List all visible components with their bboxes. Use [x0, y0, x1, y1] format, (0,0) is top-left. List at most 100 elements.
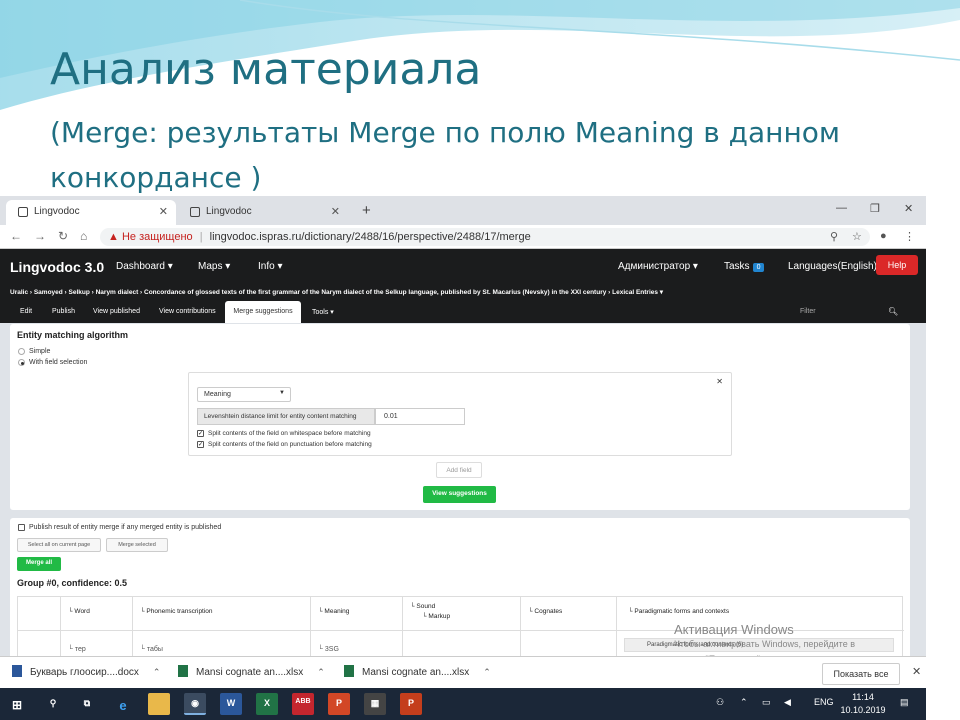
search-icon[interactable]: ⚲ [42, 693, 64, 715]
browser-tab[interactable]: Lingvodoc ✕ [178, 200, 348, 225]
column-header-meaning: └ Meaning [318, 608, 350, 615]
browser-tab-active[interactable]: Lingvodoc ✕ [6, 200, 176, 225]
cell-meaning[interactable]: └ 3SG [318, 646, 339, 653]
url-field[interactable]: ▲ Не защищено | lingvodoc.ispras.ru/dict… [100, 228, 870, 246]
bookmark-star-icon[interactable]: ☆ [852, 230, 862, 243]
column-header-paradigmatic: └ Paradigmatic forms and contexts [628, 608, 730, 615]
tab-view-published[interactable]: View published [93, 301, 140, 323]
column-header-word: └ Word [68, 608, 90, 615]
radio-simple[interactable] [18, 348, 25, 355]
tab-merge-suggestions[interactable]: Merge suggestions [225, 301, 301, 323]
close-icon[interactable]: ✕ [912, 665, 921, 678]
clock-time: 11:14 [852, 692, 874, 702]
tab-view-contributions[interactable]: View contributions [159, 301, 216, 323]
cell-phonemic[interactable]: └ табы [140, 646, 163, 653]
close-tab-icon[interactable]: ✕ [331, 205, 340, 218]
minimize-button[interactable]: — [836, 202, 847, 214]
tasks-menu[interactable]: Tasks 0 [724, 261, 765, 272]
menu-info[interactable]: Info ▾ [258, 261, 282, 272]
split-whitespace-label[interactable]: Split contents of the field on whitespac… [208, 430, 371, 437]
show-all-downloads-button[interactable]: Показать все [822, 663, 900, 685]
menu-dashboard[interactable]: Dashboard ▾ [116, 261, 173, 272]
radio-field-selection[interactable] [18, 359, 25, 366]
view-suggestions-button[interactable]: View suggestions [423, 486, 496, 503]
volume-icon[interactable]: ◀ [784, 697, 791, 708]
word-icon[interactable]: W [220, 693, 242, 715]
perspective-tabs: Edit Publish View published View contrib… [0, 301, 926, 323]
add-field-button[interactable]: Add field [436, 462, 482, 478]
home-icon[interactable]: ⌂ [80, 229, 87, 243]
calculator-icon[interactable]: ▦ [364, 693, 386, 715]
column-header-meaning-label: Meaning [324, 608, 350, 615]
tab-edit[interactable]: Edit [20, 301, 32, 323]
powerpoint-icon[interactable]: P [400, 693, 422, 715]
word-doc-icon [12, 665, 22, 677]
split-punctuation-checkbox[interactable]: ✓ [197, 441, 204, 448]
download-item[interactable]: Mansi cognate an....xlsx ⌃ [344, 665, 491, 678]
language-menu[interactable]: Languages(English) ▾ [788, 261, 885, 272]
split-punctuation-label[interactable]: Split contents of the field on punctuati… [208, 441, 372, 448]
chevron-up-icon[interactable]: ⌃ [483, 667, 491, 677]
new-tab-button[interactable]: + [362, 202, 371, 219]
windows-start-icon[interactable]: ⊞ [6, 693, 28, 715]
levenshtein-label: Levenshtein distance limit for entity co… [197, 408, 375, 425]
publish-result-label[interactable]: Publish result of entity merge if any me… [29, 524, 221, 531]
clock[interactable]: 11:14 10.10.2019 [838, 691, 888, 717]
merge-selected-button[interactable]: Merge selected [106, 538, 168, 552]
menu-kebab-icon[interactable]: ⋮ [904, 230, 915, 243]
filter-input[interactable]: Filter [800, 308, 816, 315]
reload-icon[interactable]: ↻ [58, 229, 68, 243]
chevron-up-icon[interactable]: ⌃ [153, 667, 161, 677]
downloads-bar: Букварь глоосир....docx ⌃ Mansi cognate a… [0, 656, 926, 688]
close-window-button[interactable]: ✕ [904, 202, 913, 215]
excel-icon [178, 665, 188, 677]
close-icon[interactable]: ✕ [716, 377, 723, 386]
task-view-icon[interactable]: ⧉ [76, 693, 98, 715]
slide-title: Анализ материала [50, 44, 482, 95]
chevron-down-icon: ▼ [279, 390, 285, 396]
select-all-button[interactable]: Select all on current page [17, 538, 101, 552]
publish-result-checkbox[interactable] [18, 524, 25, 531]
column-header-word-label: Word [74, 608, 90, 615]
field-dropdown[interactable]: Meaning ▼ [197, 387, 291, 402]
forward-icon[interactable]: → [34, 229, 46, 243]
column-header-phonemic-label: Phonemic transcription [146, 608, 213, 615]
powerpoint-icon[interactable]: P [328, 693, 350, 715]
people-icon[interactable]: ⚇ [716, 697, 724, 708]
edge-icon[interactable]: e [112, 693, 134, 715]
breadcrumb[interactable]: Uralic › Samoyed › Selkup › Narym dialec… [0, 283, 926, 301]
chevron-up-icon[interactable]: ⌃ [317, 667, 325, 677]
merge-all-button[interactable]: Merge all [17, 557, 61, 571]
back-icon[interactable]: ← [10, 229, 22, 243]
profile-icon[interactable]: ● [880, 230, 887, 242]
chrome-icon[interactable]: ◉ [184, 693, 206, 715]
search-icon[interactable]: 🔍︎ [888, 307, 898, 316]
tab-publish[interactable]: Publish [52, 301, 75, 323]
cell-word[interactable]: └ тер [68, 646, 86, 653]
abbyy-icon[interactable]: ABB [292, 693, 314, 715]
download-item[interactable]: Букварь глоосир....docx ⌃ [12, 665, 160, 678]
input-language[interactable]: ENG [814, 697, 834, 707]
download-item[interactable]: Mansi cognate an....xlsx ⌃ [178, 665, 325, 678]
user-menu[interactable]: Администратор ▾ [618, 261, 698, 272]
levenshtein-input[interactable]: 0.01 [375, 408, 465, 425]
file-explorer-icon[interactable] [148, 693, 170, 715]
field-selection-box: Meaning ▼ ✕ Levenshtein distance limit f… [188, 372, 732, 456]
network-icon[interactable]: ▭ [762, 697, 771, 708]
tab-tools[interactable]: Tools ▾ [312, 301, 334, 323]
address-bar: ← → ↻ ⌂ ▲ Не защищено | lingvodoc.ispras… [0, 225, 926, 249]
excel-icon[interactable]: X [256, 693, 278, 715]
close-tab-icon[interactable]: ✕ [159, 205, 168, 218]
split-whitespace-checkbox[interactable]: ✓ [197, 430, 204, 437]
tab-label: Lingvodoc [206, 206, 252, 217]
zoom-icon[interactable]: ⚲ [830, 230, 838, 243]
radio-field-selection-label[interactable]: With field selection [29, 359, 87, 366]
menu-maps[interactable]: Maps ▾ [198, 261, 230, 272]
chevron-up-icon[interactable]: ⌃ [740, 697, 748, 708]
radio-simple-label[interactable]: Simple [29, 348, 50, 355]
excel-icon [344, 665, 354, 677]
help-button[interactable]: Help [876, 255, 918, 275]
app-brand[interactable]: Lingvodoc 3.0 [10, 259, 104, 275]
notifications-icon[interactable]: ▤ [900, 697, 909, 708]
restore-button[interactable]: ❐ [870, 202, 880, 215]
